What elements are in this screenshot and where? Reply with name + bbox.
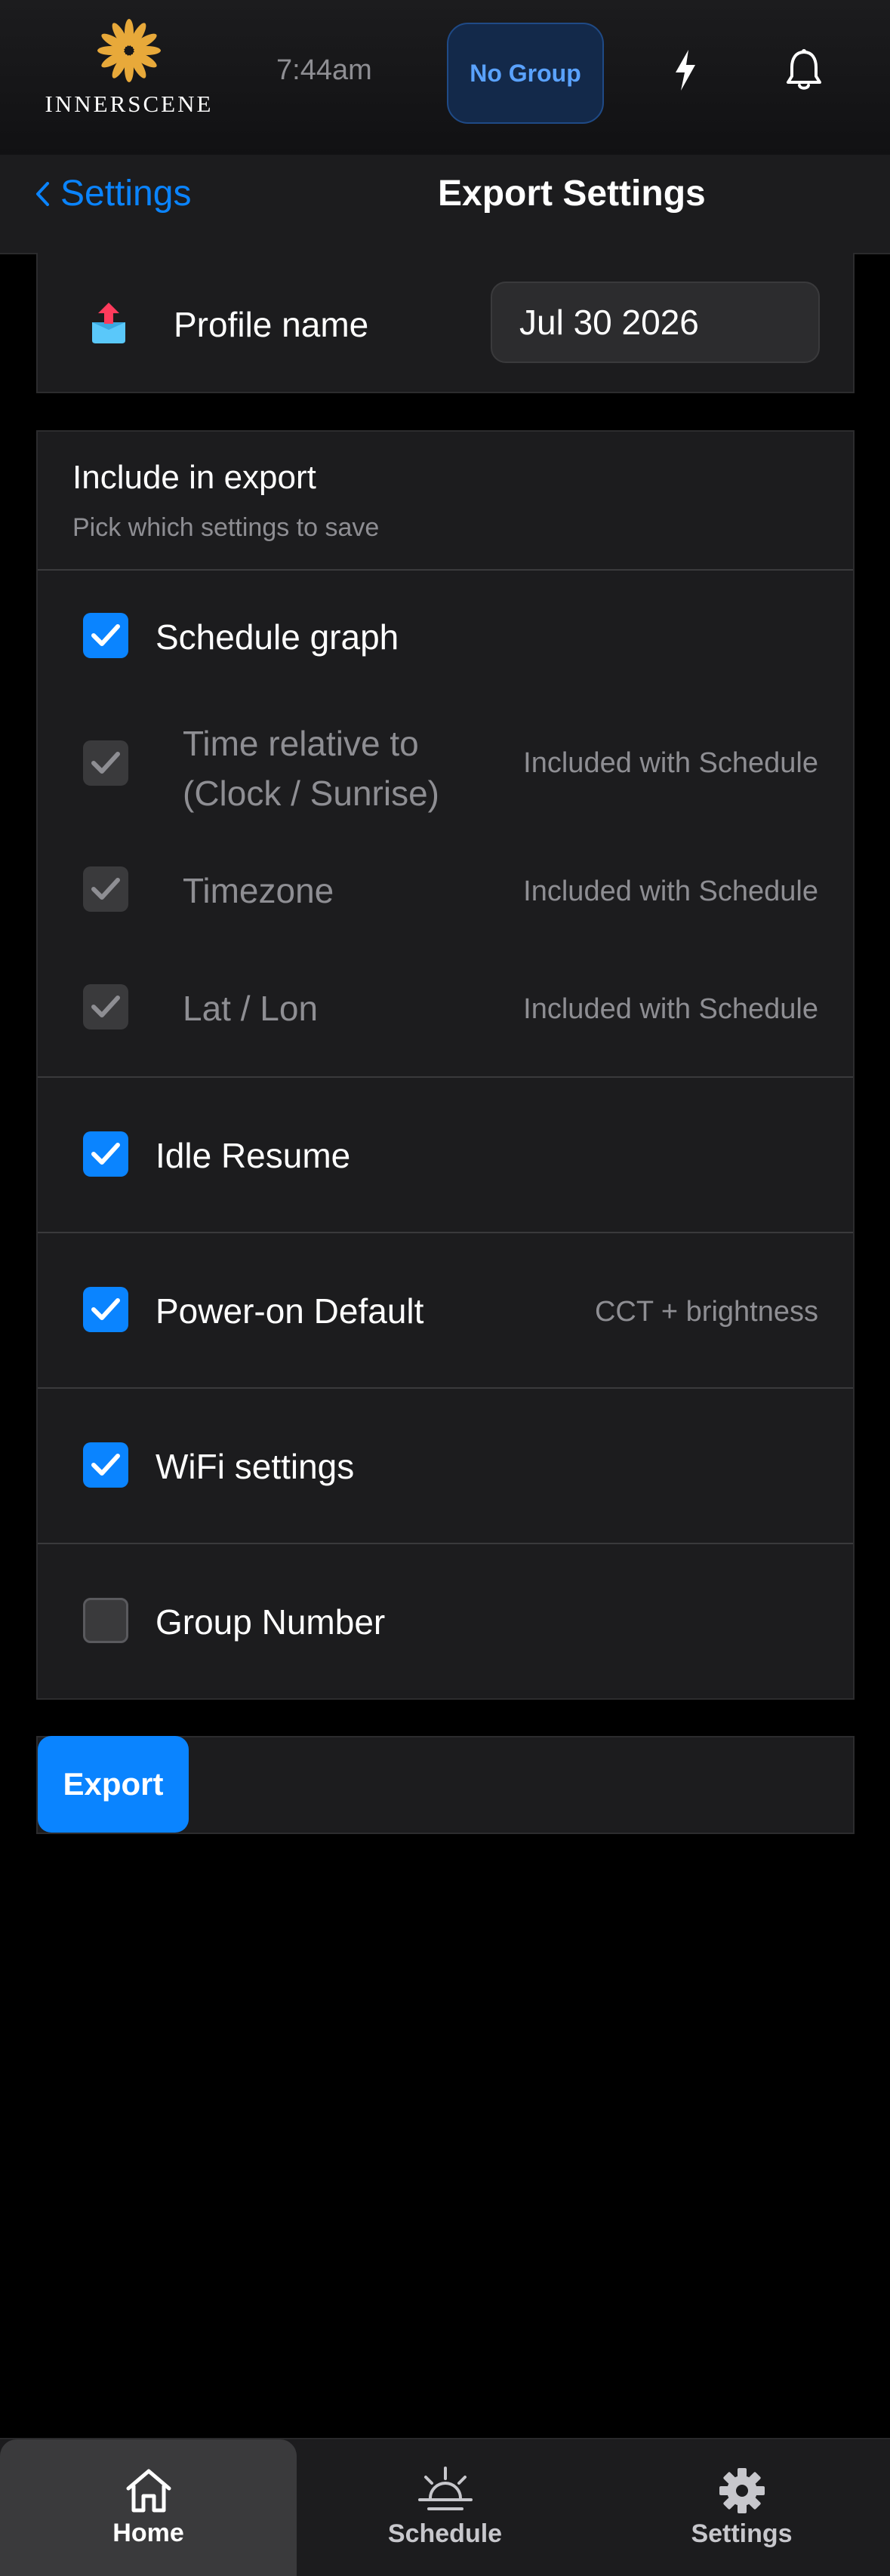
section-subtitle: Pick which settings to save [72,513,380,542]
wifi-settings-label: WiFi settings [156,1447,355,1486]
check-icon [91,1143,120,1165]
section-title: Include in export [72,459,316,496]
home-icon [126,2469,171,2513]
profile-name-card: Profile name [36,253,855,393]
lat-lon-checkbox [83,984,128,1029]
sunrise-icon [417,2467,473,2510]
sunburst-icon [97,19,161,82]
lat-lon-note: Included with Schedule [523,993,818,1025]
profile-name-label: Profile name [174,305,369,344]
tab-home-label: Home [112,2519,184,2547]
gear-icon [719,2468,765,2513]
page-title: Export Settings [438,174,706,214]
group-number-label: Group Number [156,1602,386,1642]
divider [38,1387,853,1389]
back-label: Settings [60,174,192,214]
bottom-tab-bar: Home Schedule Settings [0,2438,890,2576]
idle-resume-label: Idle Resume [156,1136,351,1175]
check-icon [91,996,120,1017]
divider [38,1543,853,1544]
wifi-settings-checkbox[interactable] [83,1442,128,1488]
notifications-button[interactable] [778,44,830,97]
power-on-default-label: Power-on Default [156,1291,424,1331]
check-icon [91,752,120,774]
power-button[interactable] [659,44,712,97]
section-header: Include in export Pick which settings to… [38,432,853,571]
export-card: Export [36,1736,855,1834]
lightning-icon [676,50,695,91]
check-icon [91,1454,120,1476]
lat-lon-label: Lat / Lon [183,989,319,1028]
check-icon [91,624,120,646]
schedule-graph-label: Schedule graph [156,617,399,657]
tab-settings-label: Settings [691,2519,793,2548]
bell-icon [787,49,821,90]
nav-header: Settings Export Settings [0,155,890,254]
tab-schedule[interactable]: Schedule [297,2439,593,2576]
tab-schedule-label: Schedule [387,2519,503,2548]
time-relative-checkbox [83,740,128,786]
brand-name: INNERSCENE [45,91,214,117]
export-upload-icon [92,303,125,343]
timezone-note: Included with Schedule [523,876,818,907]
divider [38,1076,853,1078]
export-button[interactable]: Export [38,1736,189,1833]
include-in-export-card: Include in export Pick which settings to… [36,430,855,1700]
time-relative-label: Time relative to (Clock / Sunrise) [183,724,439,813]
group-label: No Group [470,59,581,87]
divider [38,1232,853,1233]
group-selector-button[interactable]: No Group [447,23,604,124]
check-icon [91,1298,120,1320]
timezone-checkbox [83,866,128,912]
chevron-left-icon [36,181,49,206]
power-on-default-checkbox[interactable] [83,1287,128,1332]
top-bar: INNERSCENE 7:44am No Group [0,0,890,156]
back-button[interactable]: Settings [35,173,191,214]
brand-logo[interactable]: INNERSCENE [42,17,216,117]
time-relative-note: Included with Schedule [523,747,818,779]
schedule-graph-checkbox[interactable] [83,613,128,658]
tab-settings[interactable]: Settings [593,2439,890,2576]
clock-time: 7:44am [276,54,372,86]
tab-home[interactable]: Home [0,2439,297,2576]
profile-name-input[interactable] [491,282,820,363]
power-on-default-note: CCT + brightness [594,1296,818,1328]
timezone-label: Timezone [183,871,334,910]
group-number-checkbox[interactable] [83,1598,128,1643]
idle-resume-checkbox[interactable] [83,1131,128,1177]
check-icon [91,878,120,900]
